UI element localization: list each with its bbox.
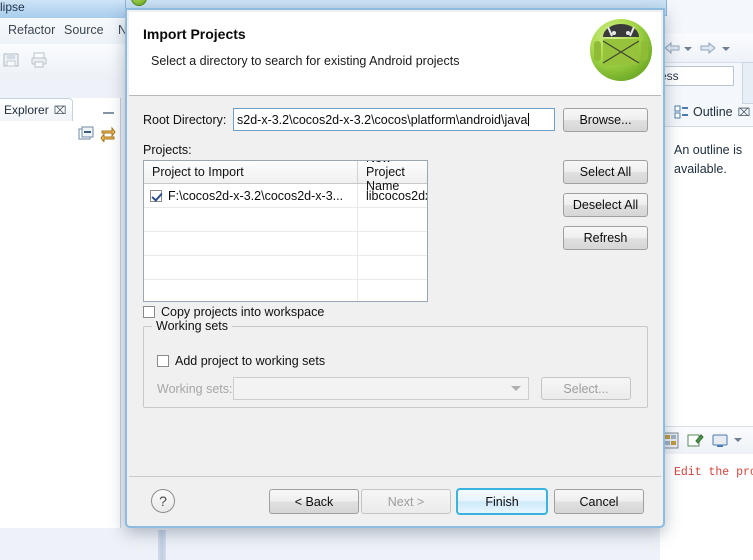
dialog-content: Root Directory: s2d-x-3.2\cocos2d-x-3.2\… <box>129 96 661 476</box>
dialog-subtitle: Select a directory to search for existin… <box>151 54 460 68</box>
vertical-scrollbar[interactable] <box>742 62 753 104</box>
save-icon[interactable] <box>2 51 20 69</box>
deselect-all-button[interactable]: Deselect All <box>563 193 648 217</box>
add-to-working-sets-row[interactable]: Add project to working sets <box>157 354 325 368</box>
table-row[interactable]: F:\cocos2d-x-3.2\cocos2d-x-3... libcocos… <box>144 184 427 208</box>
copy-projects-checkbox-row[interactable]: Copy projects into workspace <box>143 305 324 319</box>
console-toolbar <box>660 426 753 456</box>
working-sets-combo[interactable] <box>233 377 529 400</box>
copy-projects-checkbox[interactable] <box>143 306 155 318</box>
help-icon[interactable]: ? <box>151 489 175 513</box>
table-header-row: Project to Import New Project Name <box>144 161 427 193</box>
menu-source[interactable]: Source <box>64 23 104 37</box>
dialog-header: Import Projects Select a directory to se… <box>129 12 661 96</box>
collapse-all-icon[interactable] <box>78 126 94 142</box>
right-panel: ess Outline ⌧ An outline is available. E… <box>656 0 753 560</box>
outline-tab[interactable]: Outline ⌧ <box>674 100 750 124</box>
forward-arrow-icon[interactable] <box>700 42 716 54</box>
link-with-editor-icon[interactable] <box>100 126 116 142</box>
forward-history-caret-icon[interactable] <box>722 47 730 51</box>
add-to-working-sets-label: Add project to working sets <box>175 354 326 368</box>
outline-icon <box>674 105 688 119</box>
root-directory-label: Root Directory: <box>143 113 227 127</box>
explorer-tab-label: Explorer <box>4 103 49 117</box>
working-sets-select-button[interactable]: Select... <box>541 377 631 400</box>
outline-content: An outline is available. <box>660 126 753 427</box>
copy-projects-label: Copy projects into workspace <box>161 305 325 319</box>
root-directory-value: s2d-x-3.2\cocos2d-x-3.2\cocos\platform\a… <box>237 112 528 127</box>
close-icon[interactable]: ⌧ <box>54 104 67 117</box>
root-directory-input[interactable]: s2d-x-3.2\cocos2d-x-3.2\cocos\platform\a… <box>233 108 555 131</box>
explorer-view: Explorer ⌧ <box>0 98 121 528</box>
browse-button[interactable]: Browse... <box>563 108 648 132</box>
refresh-button[interactable]: Refresh <box>563 226 648 250</box>
minimize-view-icon[interactable] <box>103 105 114 114</box>
display-console-icon[interactable] <box>712 432 729 449</box>
table-row[interactable] <box>144 208 427 232</box>
next-button[interactable]: Next > <box>361 489 451 514</box>
table-row[interactable] <box>144 256 427 280</box>
print-icon[interactable] <box>30 51 48 69</box>
new-console-icon[interactable] <box>687 432 704 449</box>
column-header-project-to-import[interactable]: Project to Import <box>144 161 358 183</box>
navigation-toolbar <box>660 34 753 63</box>
outline-message-line2: available. <box>674 162 727 176</box>
dialog-button-bar: ? < Back Next > Finish Cancel <box>129 477 661 526</box>
project-path-text: F:\cocos2d-x-3.2\cocos2d-x-3... <box>168 188 344 203</box>
console-menu-caret-icon[interactable] <box>734 438 742 442</box>
projects-table[interactable]: Project to Import New Project Name F:\co… <box>143 160 428 302</box>
explorer-toolbar <box>78 126 116 142</box>
menu-refactor[interactable]: Refactor <box>8 23 55 37</box>
cancel-button[interactable]: Cancel <box>554 489 644 514</box>
window-title: lipse <box>0 0 25 14</box>
add-to-working-sets-checkbox[interactable] <box>157 355 169 367</box>
working-sets-combo-label: Working sets: <box>157 382 233 396</box>
back-button[interactable]: < Back <box>269 489 359 514</box>
console-message: Edit the pro <box>674 466 753 479</box>
projects-label: Projects: <box>143 143 192 157</box>
working-sets-group-title: Working sets <box>152 319 233 333</box>
chevron-down-icon <box>511 386 521 391</box>
outline-message: An outline is available. <box>674 141 742 179</box>
row-checkbox[interactable] <box>150 189 162 202</box>
dialog-frame: Import Projects Select a directory to se… <box>125 8 665 528</box>
outline-tab-label: Outline <box>693 105 733 119</box>
select-all-button[interactable]: Select All <box>563 160 648 184</box>
cell-new-project-name: libcocos2dx <box>366 188 427 203</box>
android-robot-icon <box>590 19 652 81</box>
back-arrow-icon[interactable] <box>664 42 680 54</box>
outline-message-line1: An outline is <box>674 143 743 157</box>
finish-button[interactable]: Finish <box>456 488 548 515</box>
close-icon[interactable]: ⌧ <box>738 106 751 119</box>
back-history-caret-icon[interactable] <box>684 47 692 51</box>
explorer-tab[interactable]: Explorer ⌧ <box>0 98 74 121</box>
table-row[interactable] <box>144 232 427 256</box>
cell-project-path: F:\cocos2d-x-3.2\cocos2d-x-3... <box>144 184 358 207</box>
column-header-new-project-name[interactable]: New Project Name <box>358 161 427 193</box>
import-projects-dialog: Import Projects Select a directory to se… <box>125 0 667 535</box>
text-caret <box>528 113 530 126</box>
dialog-title: Import Projects <box>143 26 246 42</box>
console-view: Edit the pro <box>660 454 753 560</box>
table-row[interactable] <box>144 280 427 301</box>
address-field[interactable]: ess <box>656 66 734 86</box>
